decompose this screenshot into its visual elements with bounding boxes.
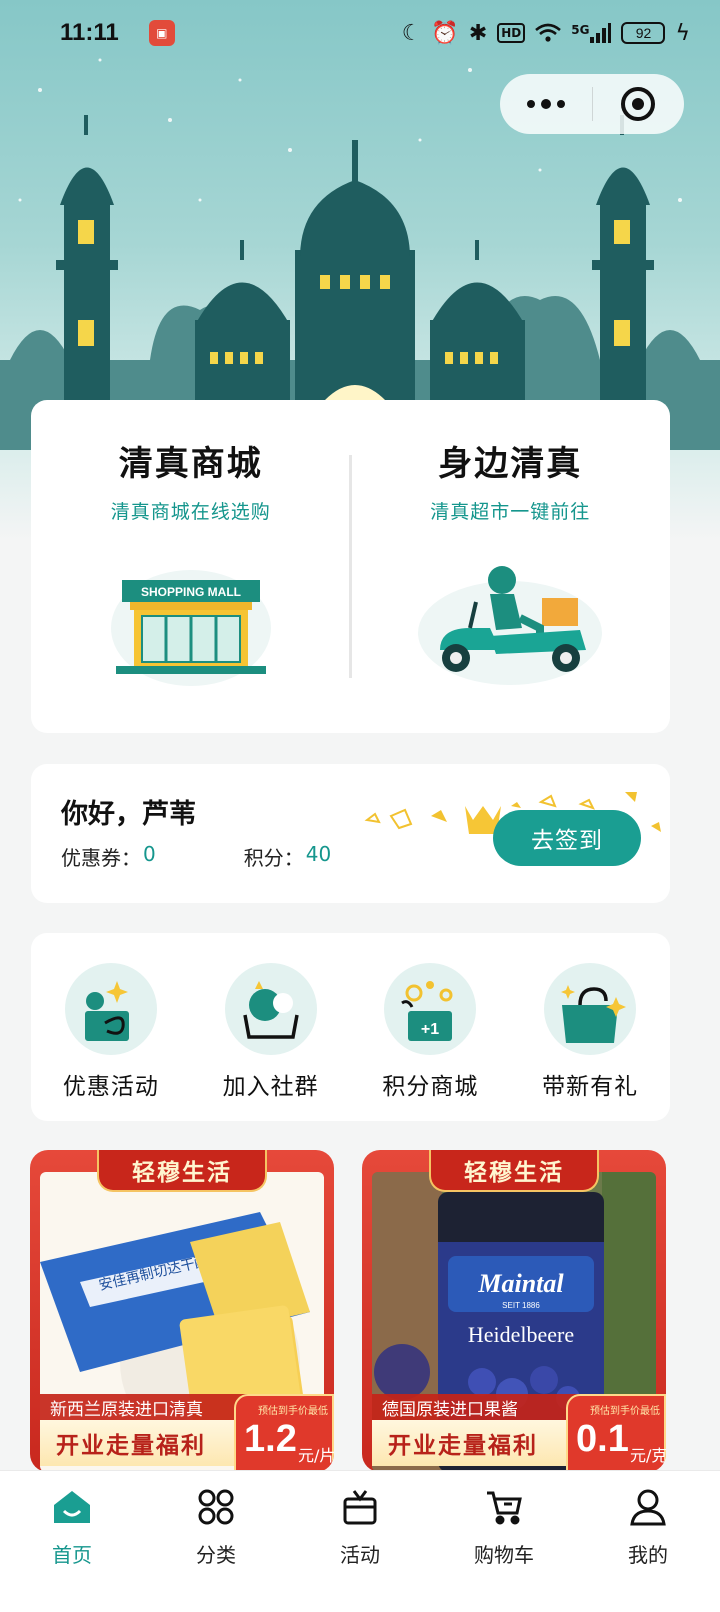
price-value: 0.1 <box>576 1418 629 1460</box>
entry-halal-mall[interactable]: 清真商城 清真商城在线选购 SHOPPING MALL <box>31 400 351 733</box>
tab-label: 分类 <box>196 1543 236 1567</box>
shortcut-label: 优惠活动 <box>62 1074 159 1100</box>
tab-activity[interactable]: 活动 <box>288 1471 432 1612</box>
product-caption: 新西兰原装进口清真 <box>40 1394 255 1420</box>
shortcut-card: 优惠活动 加入社群 +1 积分商城 带新有礼 <box>31 933 670 1121</box>
price-unit: 元/克 <box>630 1446 666 1465</box>
product-price-box: 预估到手价最低 1.2 元/片 <box>234 1394 334 1472</box>
status-time: 11:11 <box>60 19 119 46</box>
shortcut-label: 带新有礼 <box>542 1074 639 1100</box>
product-price-box: 预估到手价最低 0.1 元/克 <box>566 1394 666 1472</box>
coupon-value: 0 <box>143 842 156 866</box>
miniprogram-capsule <box>500 74 684 134</box>
status-bar: 11:11 ▣ ☾ ⏰ ✱ HD 5G 92 ϟ <box>0 0 720 66</box>
tab-label: 购物车 <box>474 1543 534 1567</box>
points-value: 40 <box>305 842 332 866</box>
charging-icon: ϟ <box>675 20 690 46</box>
product-card-jam[interactable]: Maintal SEIT 1886 Heidelbeere 轻穆生活 德国原装进… <box>362 1150 666 1472</box>
battery-indicator: 92 <box>621 22 666 44</box>
cart-icon <box>482 1485 526 1529</box>
tab-home[interactable]: 首页 <box>0 1471 144 1612</box>
mall-sign-text: SHOPPING MALL <box>141 585 241 599</box>
user-stats: 优惠券： 0 积分： 40 <box>61 842 331 871</box>
shortcut-points-mall[interactable]: +1 积分商城 <box>351 933 511 1121</box>
coupon-label: 优惠券： <box>61 846 141 870</box>
delivery-scooter-icon <box>418 566 603 685</box>
more-dots-icon[interactable] <box>500 99 592 109</box>
product-promo: 开业走量福利 <box>40 1420 250 1466</box>
gift-bag-icon <box>544 963 637 1055</box>
entry-card: 清真商城 清真商城在线选购 SHOPPING MALL 身边清真 清真超市一键前… <box>31 400 670 733</box>
category-icon <box>194 1485 238 1529</box>
jam-brand-text: Maintal <box>477 1269 564 1298</box>
product-promo: 开业走量福利 <box>372 1420 582 1466</box>
product-badge: 轻穆生活 <box>429 1150 599 1192</box>
entry-divider <box>349 455 352 678</box>
activity-icon <box>338 1485 382 1529</box>
status-icons: ☾ ⏰ ✱ HD 5G 92 ϟ <box>402 21 690 46</box>
shortcut-label: 加入社群 <box>222 1074 319 1100</box>
price-label: 预估到手价最低 <box>258 1406 328 1417</box>
entry-nearby-halal[interactable]: 身边清真 清真超市一键前往 <box>351 400 671 733</box>
wifi-icon <box>535 23 562 43</box>
bottom-tab-bar: 首页 分类 活动 购物车 我的 <box>0 1470 720 1612</box>
target-close-icon[interactable] <box>593 87 685 121</box>
points-label: 积分： <box>243 846 304 870</box>
tab-cart[interactable]: 购物车 <box>432 1471 576 1612</box>
product-badge: 轻穆生活 <box>97 1150 267 1192</box>
signin-button[interactable]: 去签到 <box>493 810 641 866</box>
points-plus-badge: +1 <box>421 1021 439 1038</box>
entry-title: 清真商城 <box>118 444 263 484</box>
tab-category[interactable]: 分类 <box>144 1471 288 1612</box>
entry-subtitle: 清真商城在线选购 <box>110 501 271 523</box>
shortcut-discount[interactable]: 优惠活动 <box>31 933 191 1121</box>
product-card-cheese[interactable]: 安佳再制切达干酪 轻穆生活 新西兰原装进口清真 开业走量福利 预估到手价最低 1… <box>30 1150 334 1472</box>
app-notification-icon: ▣ <box>148 20 175 46</box>
community-icon <box>224 963 317 1055</box>
price-unit: 元/片 <box>298 1446 334 1465</box>
bluetooth-icon: ✱ <box>468 20 488 46</box>
tab-profile[interactable]: 我的 <box>576 1471 720 1612</box>
profile-icon <box>626 1485 670 1529</box>
alarm-icon: ⏰ <box>431 20 459 46</box>
product-caption: 德国原装进口果酱 <box>372 1394 587 1420</box>
home-icon <box>50 1485 94 1529</box>
tab-label: 我的 <box>628 1543 668 1567</box>
greeting-text: 你好，芦苇 <box>61 799 196 830</box>
shortcut-community[interactable]: 加入社群 <box>191 933 351 1121</box>
entry-title: 身边清真 <box>438 444 583 484</box>
points-stat[interactable]: 积分： 40 <box>244 842 331 871</box>
tab-label: 首页 <box>52 1543 92 1567</box>
hd-icon: HD <box>497 23 526 43</box>
user-card: 你好，芦苇 优惠券： 0 积分： 40 去签到 <box>31 764 670 903</box>
jam-flavor-text: Heidelbeere <box>468 1322 574 1347</box>
coupon-stat[interactable]: 优惠券： 0 <box>61 842 156 871</box>
price-value: 1.2 <box>244 1418 297 1460</box>
shortcut-invite-gift[interactable]: 带新有礼 <box>510 933 670 1121</box>
network-type: 5G <box>571 23 590 37</box>
price-label: 预估到手价最低 <box>590 1406 660 1417</box>
points-mall-icon: +1 <box>384 963 477 1055</box>
tab-label: 活动 <box>340 1543 380 1567</box>
signal-icon: 5G <box>571 23 612 43</box>
moon-icon: ☾ <box>401 20 422 46</box>
shortcut-label: 积分商城 <box>382 1074 479 1100</box>
jam-since-text: SEIT 1886 <box>502 1301 540 1310</box>
shopping-mall-icon: SHOPPING MALL <box>110 570 271 686</box>
discount-icon <box>64 963 157 1055</box>
entry-subtitle: 清真超市一键前往 <box>430 501 591 523</box>
